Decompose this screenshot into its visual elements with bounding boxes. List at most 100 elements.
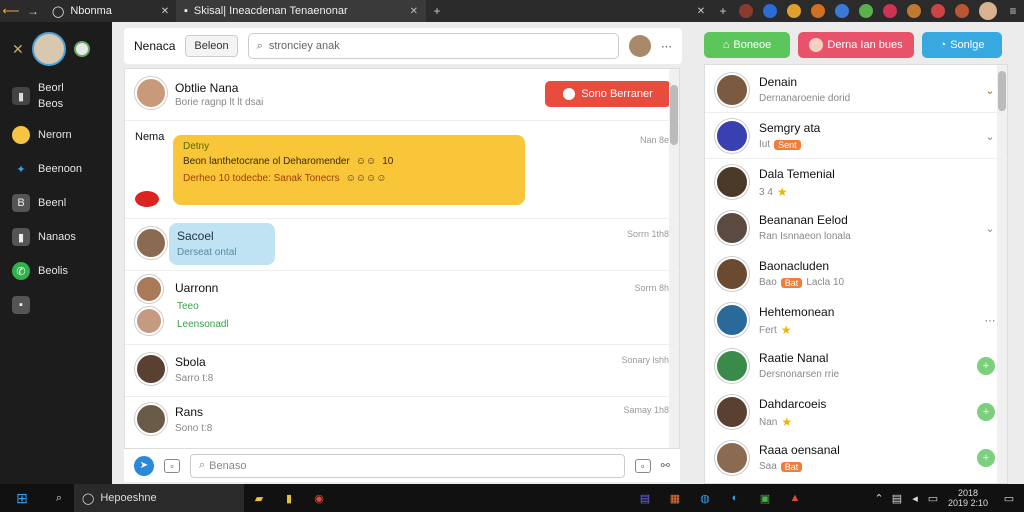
new-tab-button[interactable]: +: [426, 0, 448, 22]
extension-icon[interactable]: [835, 4, 849, 18]
avatar: [809, 38, 824, 52]
chat-row[interactable]: Obtlie Nana Borie ragnp lt lt dsai Sono …: [125, 69, 681, 121]
add-contact-icon[interactable]: +: [977, 357, 995, 375]
secondary-button[interactable]: Derna Ian bues: [798, 32, 914, 58]
scrollbar-thumb[interactable]: [670, 85, 678, 145]
contact-row[interactable]: Semgry ata Iut Sent ⌄: [705, 113, 1009, 159]
chat-time: Sonary lshh: [621, 355, 669, 365]
app-icon[interactable]: ▦: [660, 484, 690, 512]
chat-name: Obtlie Nana: [175, 81, 239, 95]
sidebar-item-extra[interactable]: ▪: [0, 288, 112, 322]
taskbar-search[interactable]: ◯ Hepoeshne: [74, 484, 244, 512]
sidebar-item-nanaos[interactable]: ▮ Nanaos: [0, 220, 112, 254]
sidebar-item-beolis[interactable]: ✆ Beolis: [0, 254, 112, 288]
contact-name: Raatie Nanal: [759, 351, 829, 365]
sidebar-item-beenoon[interactable]: ✦ Beenoon: [0, 152, 112, 186]
home-icon: ⌂: [722, 39, 730, 51]
extension-icon[interactable]: [763, 4, 777, 18]
tools-icon[interactable]: ✕: [12, 41, 24, 58]
extension-icon[interactable]: [811, 4, 825, 18]
chat-row[interactable]: Nema Nan 8e Detny Beon lanthetocrane ol …: [125, 121, 681, 219]
message-bubble[interactable]: Sacoel Derseat ontal: [169, 223, 275, 265]
app-icon[interactable]: ◍: [690, 484, 720, 512]
add-contact-icon[interactable]: +: [977, 403, 995, 421]
primary-button[interactable]: ⌂ Boneoe: [704, 32, 790, 58]
back-icon[interactable]: ⟵: [0, 0, 22, 22]
contact-row[interactable]: Raatie Nanal Dersnonarsen rrie +: [705, 343, 1009, 389]
sidebar-item-beorl[interactable]: ▮ Beorl Beos: [0, 74, 112, 118]
chat-row[interactable]: Uarronn Teeo Leensonadl Sorrn 8h: [125, 271, 681, 345]
tertiary-button[interactable]: ◔ Sonlge: [922, 32, 1002, 58]
contact-row[interactable]: Raaa oensanal Saa Bat +: [705, 435, 1009, 481]
menu-icon[interactable]: ≡: [1002, 0, 1024, 22]
chat-row[interactable]: Sbola Sarro t:8 Sonary lshh: [125, 345, 681, 397]
message-bubble[interactable]: Detny Beon lanthetocrane ol Deharomender…: [173, 135, 525, 205]
profile-avatar[interactable]: [979, 2, 997, 20]
avatar: [715, 165, 749, 199]
app-icon[interactable]: ▤: [630, 484, 660, 512]
extension-icon[interactable]: [955, 4, 969, 18]
message-input[interactable]: ⌕ Benaso: [190, 453, 625, 478]
forward-icon[interactable]: →: [22, 0, 44, 22]
extension-icon[interactable]: [883, 4, 897, 18]
chat-name: Uarronn: [175, 281, 219, 295]
app-icon[interactable]: ▲: [780, 484, 810, 512]
avatar[interactable]: [31, 32, 66, 66]
search-icon[interactable]: ⌕: [44, 484, 74, 512]
more-icon[interactable]: ⋯: [661, 40, 672, 53]
volume-icon[interactable]: ◂: [906, 484, 924, 512]
contact-name: Raaa oensanal: [759, 443, 840, 457]
bubble-text: Derheo 10 todecbe: Sanak Tonecrs: [183, 173, 340, 184]
star-icon: ★: [776, 185, 788, 199]
scrollbar[interactable]: [669, 69, 679, 481]
header-button[interactable]: Beleon: [185, 35, 238, 57]
battery-icon[interactable]: ▭: [924, 484, 942, 512]
opera-icon: ◯: [82, 492, 95, 505]
tray-chevron-icon[interactable]: ⌃: [870, 484, 888, 512]
action-button[interactable]: Sono Berraner: [545, 81, 671, 107]
extension-icon[interactable]: [739, 4, 753, 18]
chat-row[interactable]: Sacoel Derseat ontal Sorrn 1th8: [125, 219, 681, 271]
link-icon[interactable]: ⚯: [661, 459, 670, 472]
add-contact-icon[interactable]: +: [977, 449, 995, 467]
avatar[interactable]: [629, 35, 651, 57]
app-icon[interactable]: ▣: [750, 484, 780, 512]
avatar: [135, 403, 167, 435]
sidebar-item-beenl[interactable]: B Beenl: [0, 186, 112, 220]
extension-icon[interactable]: [859, 4, 873, 18]
contact-row[interactable]: Dala Temenial 3 4 ★: [705, 159, 1009, 205]
attach-icon[interactable]: ▫: [164, 458, 180, 473]
image-icon[interactable]: ▫: [634, 458, 651, 473]
folder-icon[interactable]: ▰: [244, 484, 274, 512]
scrollbar-thumb[interactable]: [998, 71, 1006, 111]
contact-row[interactable]: Dahdarcoeis Nan ★ +: [705, 389, 1009, 435]
extension-icon[interactable]: [931, 4, 945, 18]
chrome-icon[interactable]: ◉: [304, 484, 334, 512]
contact-row[interactable]: Baonacluden Bao Bat Lacla 10: [705, 251, 1009, 297]
close-tab-icon[interactable]: ✕: [154, 0, 176, 22]
bubble-line: Beon lanthetocrane ol Deharomender ☺☺ 10: [183, 156, 515, 167]
close-tab-icon[interactable]: ✕: [410, 6, 418, 17]
extension-icon[interactable]: [787, 4, 801, 18]
message-placeholder: Benaso: [209, 459, 247, 472]
clock[interactable]: 2018 2019 2:10: [942, 488, 994, 508]
contact-row[interactable]: Hehtemonean Fert ★ ⋯: [705, 297, 1009, 343]
network-icon[interactable]: ▤: [888, 484, 906, 512]
close-icon[interactable]: ✕: [690, 0, 712, 22]
contact-row[interactable]: Denain Dernanaroenie dorid ⌄: [705, 67, 1009, 113]
chat-row[interactable]: Rans Sono t:8 Samay 1h8: [125, 397, 681, 449]
chat-subtitle: Sono t:8: [175, 423, 213, 434]
sidebar-item-nerorn[interactable]: Nerorn: [0, 118, 112, 152]
notification-icon[interactable]: ▭: [994, 484, 1024, 512]
files-icon[interactable]: ▮: [274, 484, 304, 512]
scrollbar[interactable]: [997, 65, 1007, 483]
extension-icon[interactable]: [907, 4, 921, 18]
app-icon[interactable]: ◐: [720, 484, 750, 512]
browser-tab-1[interactable]: ◯ Nbonma: [44, 0, 154, 22]
contact-row[interactable]: Beananan Eelod Ran Isnnaeon lonala ⌄: [705, 205, 1009, 251]
send-icon[interactable]: ➤: [134, 455, 154, 476]
search-input[interactable]: ⌕ stronciey anak: [247, 33, 619, 59]
add-icon[interactable]: +: [712, 0, 734, 22]
windows-start-icon[interactable]: ⊞: [0, 484, 44, 512]
browser-tab-2[interactable]: ▪ Skisal| Ineacdenan Tenaenonar ✕: [176, 0, 426, 22]
